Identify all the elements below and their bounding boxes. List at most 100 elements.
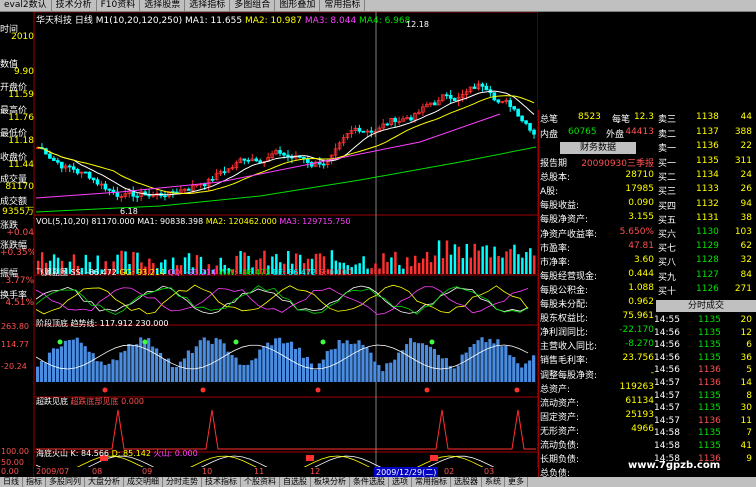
bottom-tab-5[interactable]: 分时走势 [163, 477, 202, 487]
stage-top-dot [429, 339, 435, 345]
left-value-2: 11.59 [8, 90, 34, 100]
menu-item-5[interactable]: 多图组合 [230, 0, 276, 11]
tick-price: 1136 [698, 365, 721, 376]
volume-bar [417, 262, 421, 274]
stage-bar [480, 337, 484, 382]
menu-item-6[interactable]: 图形叠加 [275, 0, 321, 11]
stage-bar [230, 354, 234, 382]
bottom-tab-6[interactable]: 技术指标 [202, 477, 241, 487]
menu-item-3[interactable]: 选择股票 [140, 0, 186, 11]
bottom-tab-13[interactable]: 选股器 [451, 477, 482, 487]
stage-bar [107, 363, 111, 382]
stage-bar [464, 352, 468, 382]
menu-item-0[interactable]: eval2数认 [0, 0, 52, 11]
stage-bottom-dot [102, 387, 108, 393]
menu-item-2[interactable]: F10资料 [97, 0, 141, 11]
bid-row[interactable]: 买三 1133 26 [656, 184, 756, 197]
stage-bar [95, 361, 99, 382]
stage-bar [75, 337, 79, 382]
stage-bar [36, 366, 40, 382]
stage-bar [178, 361, 183, 382]
volume-bar [473, 243, 476, 274]
ask-row[interactable]: 卖三 1138 44 [656, 112, 756, 125]
volume-bar [465, 244, 469, 274]
bottom-tab-1[interactable]: 指标 [23, 477, 46, 487]
vol-ma3: MA3: 129715.750 [279, 217, 351, 226]
bottom-tab-4[interactable]: 成交明细 [124, 477, 163, 487]
stage-bar [99, 361, 103, 382]
candle-body [210, 178, 215, 181]
bottom-tab-7[interactable]: 个股资料 [241, 477, 280, 487]
ask-label: 卖一 [658, 144, 677, 154]
menu-item-7[interactable]: 常用指标 [320, 0, 366, 11]
fin-key: 净资产收益率: [540, 229, 598, 240]
in-label: 内盘 [540, 130, 559, 140]
bottom-tab-15[interactable]: 更多 [505, 477, 528, 487]
ma2-value: MA2: 10.987 [244, 16, 302, 26]
bid-row[interactable]: 买五 1131 38 [656, 213, 756, 226]
bottom-tab-12[interactable]: 常用指标 [412, 477, 451, 487]
ask-row[interactable]: 卖二 1137 388 [656, 127, 756, 140]
candle-body [186, 188, 191, 191]
bid-row[interactable]: 买十 1126 271 [656, 284, 756, 297]
bottom-tab-9[interactable]: 板块分析 [311, 477, 350, 487]
bottom-tab-11[interactable]: 选项 [389, 477, 412, 487]
bid-row[interactable]: 买一 1135 311 [656, 156, 756, 169]
stage-bar [174, 367, 179, 382]
candle-body [242, 158, 247, 161]
bid-row[interactable]: 买六 1130 103 [656, 227, 756, 240]
fin-value: 3.155 [628, 212, 654, 223]
candle-body [202, 183, 207, 187]
stage-bar [119, 352, 123, 382]
ask-volume: 44 [740, 112, 752, 122]
tick-time: 14:55 [654, 315, 680, 325]
tick-row: 14:57 1136 11 [652, 416, 756, 428]
volume-bar [386, 261, 389, 274]
bottom-tab-10[interactable]: 条件选股 [350, 477, 389, 487]
stage-bar [524, 363, 528, 382]
volume-bar [366, 268, 369, 274]
tick-volume: 8 [746, 390, 752, 401]
stage-bar [127, 343, 131, 382]
volcano-axis-top: 100.00 [1, 447, 29, 456]
fin-header[interactable]: 财务数据 [560, 142, 636, 154]
main-legend: 华天科技 日线 M1(10,20,120,250) MA1: 11.655 MA… [36, 13, 410, 26]
chart-area[interactable] [0, 12, 538, 477]
stage-bar [409, 338, 413, 382]
fin-row: 总资产: 119263 [538, 382, 656, 396]
fin-key: 主营收入同比: [540, 342, 598, 353]
tick-time: 14:57 [654, 390, 680, 401]
stage-trend: 趋势线: 117.912 [70, 319, 133, 328]
ticks-header[interactable]: 分时成交 [656, 300, 756, 312]
stage-bar [389, 362, 393, 382]
bottom-tab-8[interactable]: 自选股 [280, 477, 311, 487]
date-tick-5: 12 [310, 467, 321, 476]
volume-bar [406, 257, 409, 274]
bottom-tab-14[interactable]: 系统 [482, 477, 505, 487]
candle-body [444, 94, 449, 97]
ask-row[interactable]: 卖一 1136 22 [656, 141, 756, 154]
bid-row[interactable]: 买七 1129 62 [656, 241, 756, 254]
bottom-tab-3[interactable]: 大盘分析 [85, 477, 124, 487]
stage-bottom-dot [200, 387, 206, 393]
bid-row[interactable]: 买四 1132 94 [656, 199, 756, 212]
stage-bar [103, 365, 107, 382]
volcano-d: D: 85.142 [111, 449, 151, 458]
date-tick-7: 02 [444, 467, 455, 476]
bottom-tab-2[interactable]: 多股同列 [46, 477, 85, 487]
bid-row[interactable]: 买二 1134 24 [656, 170, 756, 183]
volume-bar [425, 251, 429, 274]
bid-row[interactable]: 买八 1128 32 [656, 255, 756, 268]
fin-key: 总资产: [540, 384, 571, 395]
bid-row[interactable]: 买九 1127 84 [656, 270, 756, 283]
stage-bar [365, 347, 369, 382]
bid-price: 1126 [696, 283, 719, 294]
fin-key: 每股未分配: [540, 300, 589, 310]
menu-item-4[interactable]: 选择指标 [185, 0, 231, 11]
tick-volume: 11 [740, 415, 752, 426]
bid-label: 买六 [658, 230, 677, 240]
bottom-tab-0[interactable]: 日线 [0, 477, 23, 487]
stage-bar [194, 346, 198, 382]
tick-price: 1135 [698, 340, 721, 351]
menu-item-1[interactable]: 技术分析 [52, 0, 97, 11]
